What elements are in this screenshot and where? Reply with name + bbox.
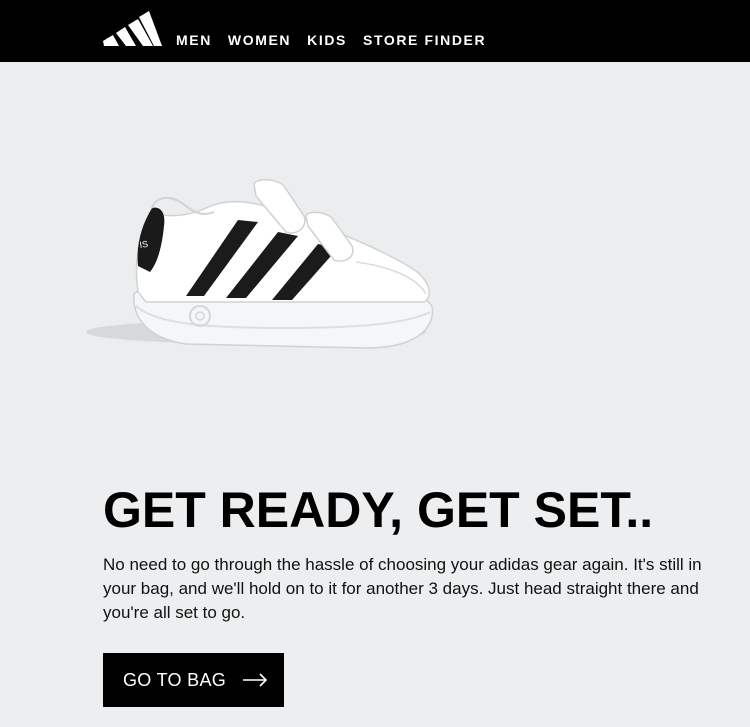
nav-item-kids[interactable]: KIDS: [307, 31, 347, 49]
go-to-bag-button[interactable]: GO TO BAG: [103, 653, 284, 707]
body-text: No need to go through the hassle of choo…: [103, 555, 702, 622]
sneaker-product-image: IS: [86, 179, 434, 349]
go-to-bag-label: GO TO BAG: [123, 669, 227, 690]
svg-text:IS: IS: [139, 239, 149, 250]
email-header: MEN WOMEN KIDS STORE FINDER: [0, 0, 750, 62]
adidas-logo-icon[interactable]: [103, 6, 163, 46]
arrow-right-icon: [243, 673, 268, 687]
nav-item-men[interactable]: MEN: [176, 31, 212, 49]
headline: GET READY, GET SET..: [103, 482, 654, 538]
nav-item-store-finder[interactable]: STORE FINDER: [363, 31, 486, 49]
main-nav: MEN WOMEN KIDS STORE FINDER: [176, 31, 502, 49]
product-hero-image[interactable]: IS: [86, 66, 484, 460]
nav-item-women[interactable]: WOMEN: [228, 31, 291, 49]
